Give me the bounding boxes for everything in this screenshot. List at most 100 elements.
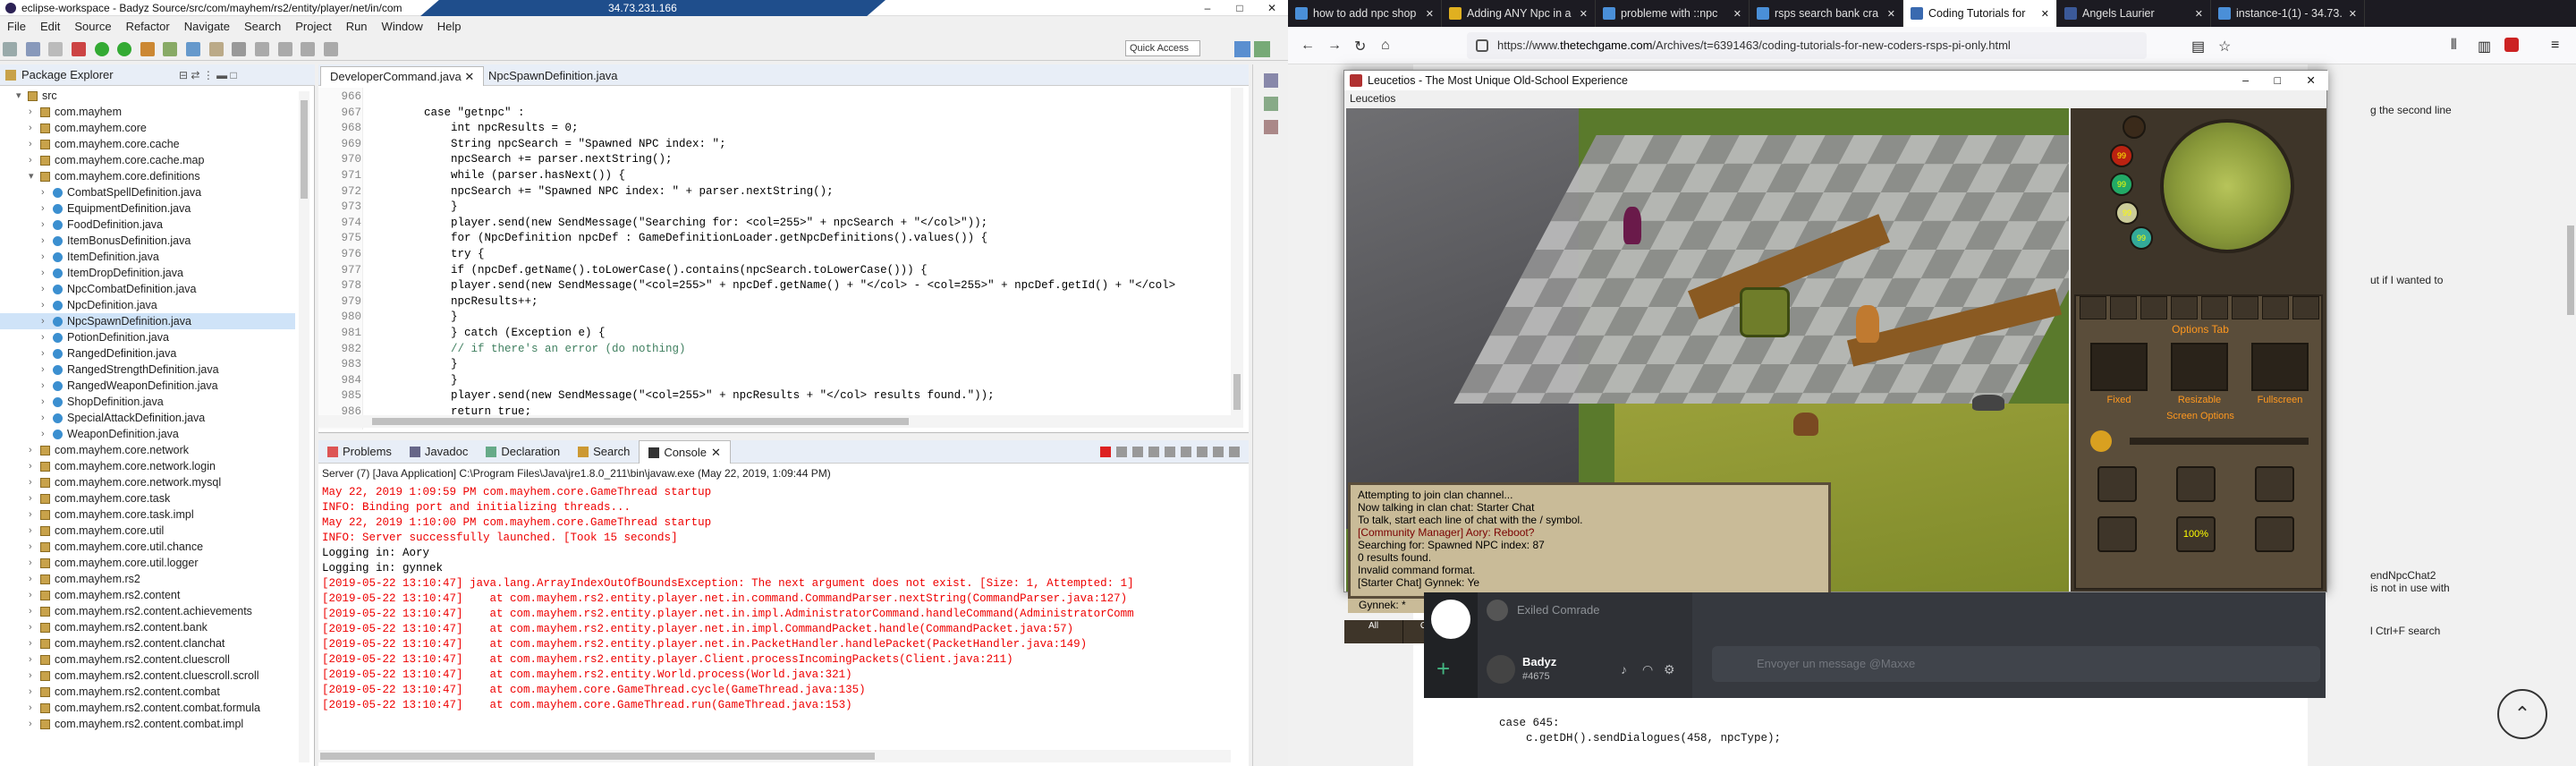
scroll-thumb[interactable] bbox=[301, 100, 308, 199]
combat-tab-icon[interactable] bbox=[2080, 296, 2106, 319]
tree-item[interactable]: ▾ com.mayhem.core.definitions bbox=[0, 168, 295, 184]
user-avatar[interactable] bbox=[1487, 655, 1515, 684]
url-bar[interactable]: https://www.thetechgame.com/Archives/t=6… bbox=[1467, 32, 2147, 59]
tree-item[interactable]: › RangedStrengthDefinition.java bbox=[0, 362, 295, 378]
menu-edit[interactable]: Edit bbox=[33, 18, 67, 36]
tree-item[interactable]: › ShopDefinition.java bbox=[0, 394, 295, 410]
expand-arrow-icon[interactable]: › bbox=[41, 184, 50, 200]
expand-arrow-icon[interactable]: › bbox=[41, 410, 50, 426]
expand-arrow-icon[interactable]: › bbox=[29, 152, 38, 168]
tree-item[interactable]: › com.mayhem.rs2.content.combat bbox=[0, 684, 295, 700]
reader-view-icon[interactable]: ▤ bbox=[2191, 38, 2205, 55]
expand-arrow-icon[interactable]: › bbox=[29, 603, 38, 619]
minimize-icon[interactable]: – bbox=[1191, 0, 1224, 16]
scroll-thumb[interactable] bbox=[1233, 374, 1241, 410]
hitpoints-orb[interactable]: 99 bbox=[2110, 144, 2133, 167]
tab-console[interactable]: Console ✕ bbox=[639, 440, 731, 464]
menu-navigate[interactable]: Navigate bbox=[177, 18, 237, 36]
channel-name[interactable]: Exiled Comrade bbox=[1517, 603, 1600, 617]
save-all-icon[interactable] bbox=[48, 42, 64, 56]
tree-item[interactable]: › PotionDefinition.java bbox=[0, 329, 295, 345]
expand-arrow-icon[interactable]: › bbox=[41, 345, 50, 362]
word-wrap-icon[interactable] bbox=[1181, 446, 1191, 457]
menu-search[interactable]: Search bbox=[237, 18, 288, 36]
expand-arrow-icon[interactable]: › bbox=[29, 474, 38, 490]
prayer-tab-icon[interactable] bbox=[2232, 296, 2258, 319]
console-hscrollbar[interactable] bbox=[318, 750, 1231, 762]
tree-item[interactable]: › com.mayhem.core.task bbox=[0, 490, 295, 506]
message-input[interactable]: Envoyer un message @Maxxe bbox=[1712, 646, 2320, 682]
compass-icon[interactable] bbox=[2123, 115, 2146, 139]
menu-icon[interactable]: ≡ bbox=[2551, 38, 2559, 54]
tree-item[interactable]: › com.mayhem.core bbox=[0, 120, 295, 136]
scroll-lock-icon[interactable] bbox=[1165, 446, 1175, 457]
tree-item[interactable]: › com.mayhem.core.util bbox=[0, 523, 295, 539]
display-console-icon[interactable] bbox=[1213, 446, 1224, 457]
expand-arrow-icon[interactable]: › bbox=[29, 700, 38, 716]
search-icon[interactable] bbox=[232, 42, 247, 56]
minimize-icon[interactable]: – bbox=[2242, 71, 2249, 90]
library-icon[interactable]: ⫴ bbox=[2451, 38, 2457, 54]
browser-tab[interactable]: Angels Laurier ✕ bbox=[2057, 0, 2211, 27]
minimap[interactable] bbox=[2160, 119, 2294, 253]
expand-arrow-icon[interactable]: › bbox=[29, 104, 38, 120]
tree-item[interactable]: › com.mayhem.rs2.content.combat.formula bbox=[0, 700, 295, 716]
tree-item[interactable]: › NpcSpawnDefinition.java bbox=[0, 313, 295, 329]
game-menu-bar[interactable]: Leucetios bbox=[1344, 90, 2328, 106]
clear-console-icon[interactable] bbox=[1148, 446, 1159, 457]
chat-effects-icon[interactable] bbox=[2176, 466, 2216, 502]
tree-item[interactable]: › com.mayhem.core.util.chance bbox=[0, 539, 295, 555]
browser-tab[interactable]: Coding Tutorials for ✕ bbox=[1903, 0, 2057, 27]
scroll-thumb[interactable] bbox=[372, 418, 909, 425]
expand-arrow-icon[interactable]: › bbox=[29, 506, 38, 523]
expand-arrow-icon[interactable]: › bbox=[29, 684, 38, 700]
tree-item[interactable]: › EquipmentDefinition.java bbox=[0, 200, 295, 217]
expand-arrow-icon[interactable]: › bbox=[41, 233, 50, 249]
new-icon[interactable] bbox=[3, 42, 17, 56]
outline-icon[interactable] bbox=[1264, 73, 1278, 88]
open-type-icon[interactable] bbox=[208, 42, 224, 56]
remove-launch-icon[interactable] bbox=[1116, 446, 1127, 457]
tab-search[interactable]: Search bbox=[569, 440, 639, 464]
prayer-orb[interactable]: 99 bbox=[2110, 173, 2133, 196]
browser-tab[interactable]: how to add npc shop ✕ bbox=[1288, 0, 1442, 27]
expand-arrow-icon[interactable]: › bbox=[41, 249, 50, 265]
expand-arrow-icon[interactable]: ▾ bbox=[29, 168, 38, 184]
expand-arrow-icon[interactable]: › bbox=[29, 555, 38, 571]
equipment-tab-icon[interactable] bbox=[2201, 296, 2228, 319]
skills-tab-icon[interactable] bbox=[2110, 296, 2137, 319]
menu-window[interactable]: Window bbox=[375, 18, 430, 36]
external-tools-icon[interactable] bbox=[140, 42, 155, 56]
expand-arrow-icon[interactable]: › bbox=[41, 362, 50, 378]
tree-item[interactable]: › com.mayhem.core.task.impl bbox=[0, 506, 295, 523]
tab-npc-spawn-definition[interactable]: NpcSpawnDefinition.java bbox=[479, 66, 627, 86]
close-icon[interactable]: ✕ bbox=[2306, 71, 2315, 90]
server-icon[interactable] bbox=[1431, 600, 1470, 639]
quick-access-input[interactable]: Quick Access bbox=[1125, 40, 1200, 56]
settings-gear-icon[interactable]: ⚙ bbox=[1664, 662, 1675, 677]
restore-icon[interactable] bbox=[1264, 120, 1278, 134]
options-tab-icon[interactable] bbox=[2292, 296, 2319, 319]
expand-arrow-icon[interactable]: › bbox=[29, 587, 38, 603]
tree-item[interactable]: › com.mayhem.rs2.content.achievements bbox=[0, 603, 295, 619]
tree-item[interactable]: › RangedDefinition.java bbox=[0, 345, 295, 362]
expand-arrow-icon[interactable]: › bbox=[29, 458, 38, 474]
collapse-all-icon[interactable]: ⊟ bbox=[179, 69, 188, 81]
tree-item[interactable]: › com.mayhem.rs2.content.cluescroll bbox=[0, 651, 295, 668]
expand-arrow-icon[interactable]: ▾ bbox=[16, 88, 25, 104]
console-output[interactable]: May 22, 2019 1:09:59 PM com.mayhem.core.… bbox=[322, 485, 1243, 713]
task-list-icon[interactable] bbox=[1264, 97, 1278, 111]
tree-item[interactable]: › ItemDropDefinition.java bbox=[0, 265, 295, 281]
source-code[interactable]: case "getnpc" : int npcResults = 0; Stri… bbox=[370, 89, 1229, 420]
close-tab-icon[interactable]: ✕ bbox=[2195, 8, 2203, 20]
tree-item[interactable]: › com.mayhem.core.cache bbox=[0, 136, 295, 152]
maximize-view-icon[interactable]: □ bbox=[231, 69, 237, 81]
tree-item[interactable]: › WeaponDefinition.java bbox=[0, 426, 295, 442]
inventory-tab-icon[interactable] bbox=[2171, 296, 2198, 319]
terminate-icon[interactable] bbox=[1100, 446, 1111, 457]
close-tab-icon[interactable]: ✕ bbox=[1426, 8, 1434, 20]
annotation-prev-icon[interactable] bbox=[277, 42, 292, 56]
browser-tab[interactable]: rsps search bank cra ✕ bbox=[1750, 0, 1903, 27]
home-icon[interactable]: ⌂ bbox=[1381, 38, 1390, 54]
annotation-next-icon[interactable] bbox=[254, 42, 269, 56]
